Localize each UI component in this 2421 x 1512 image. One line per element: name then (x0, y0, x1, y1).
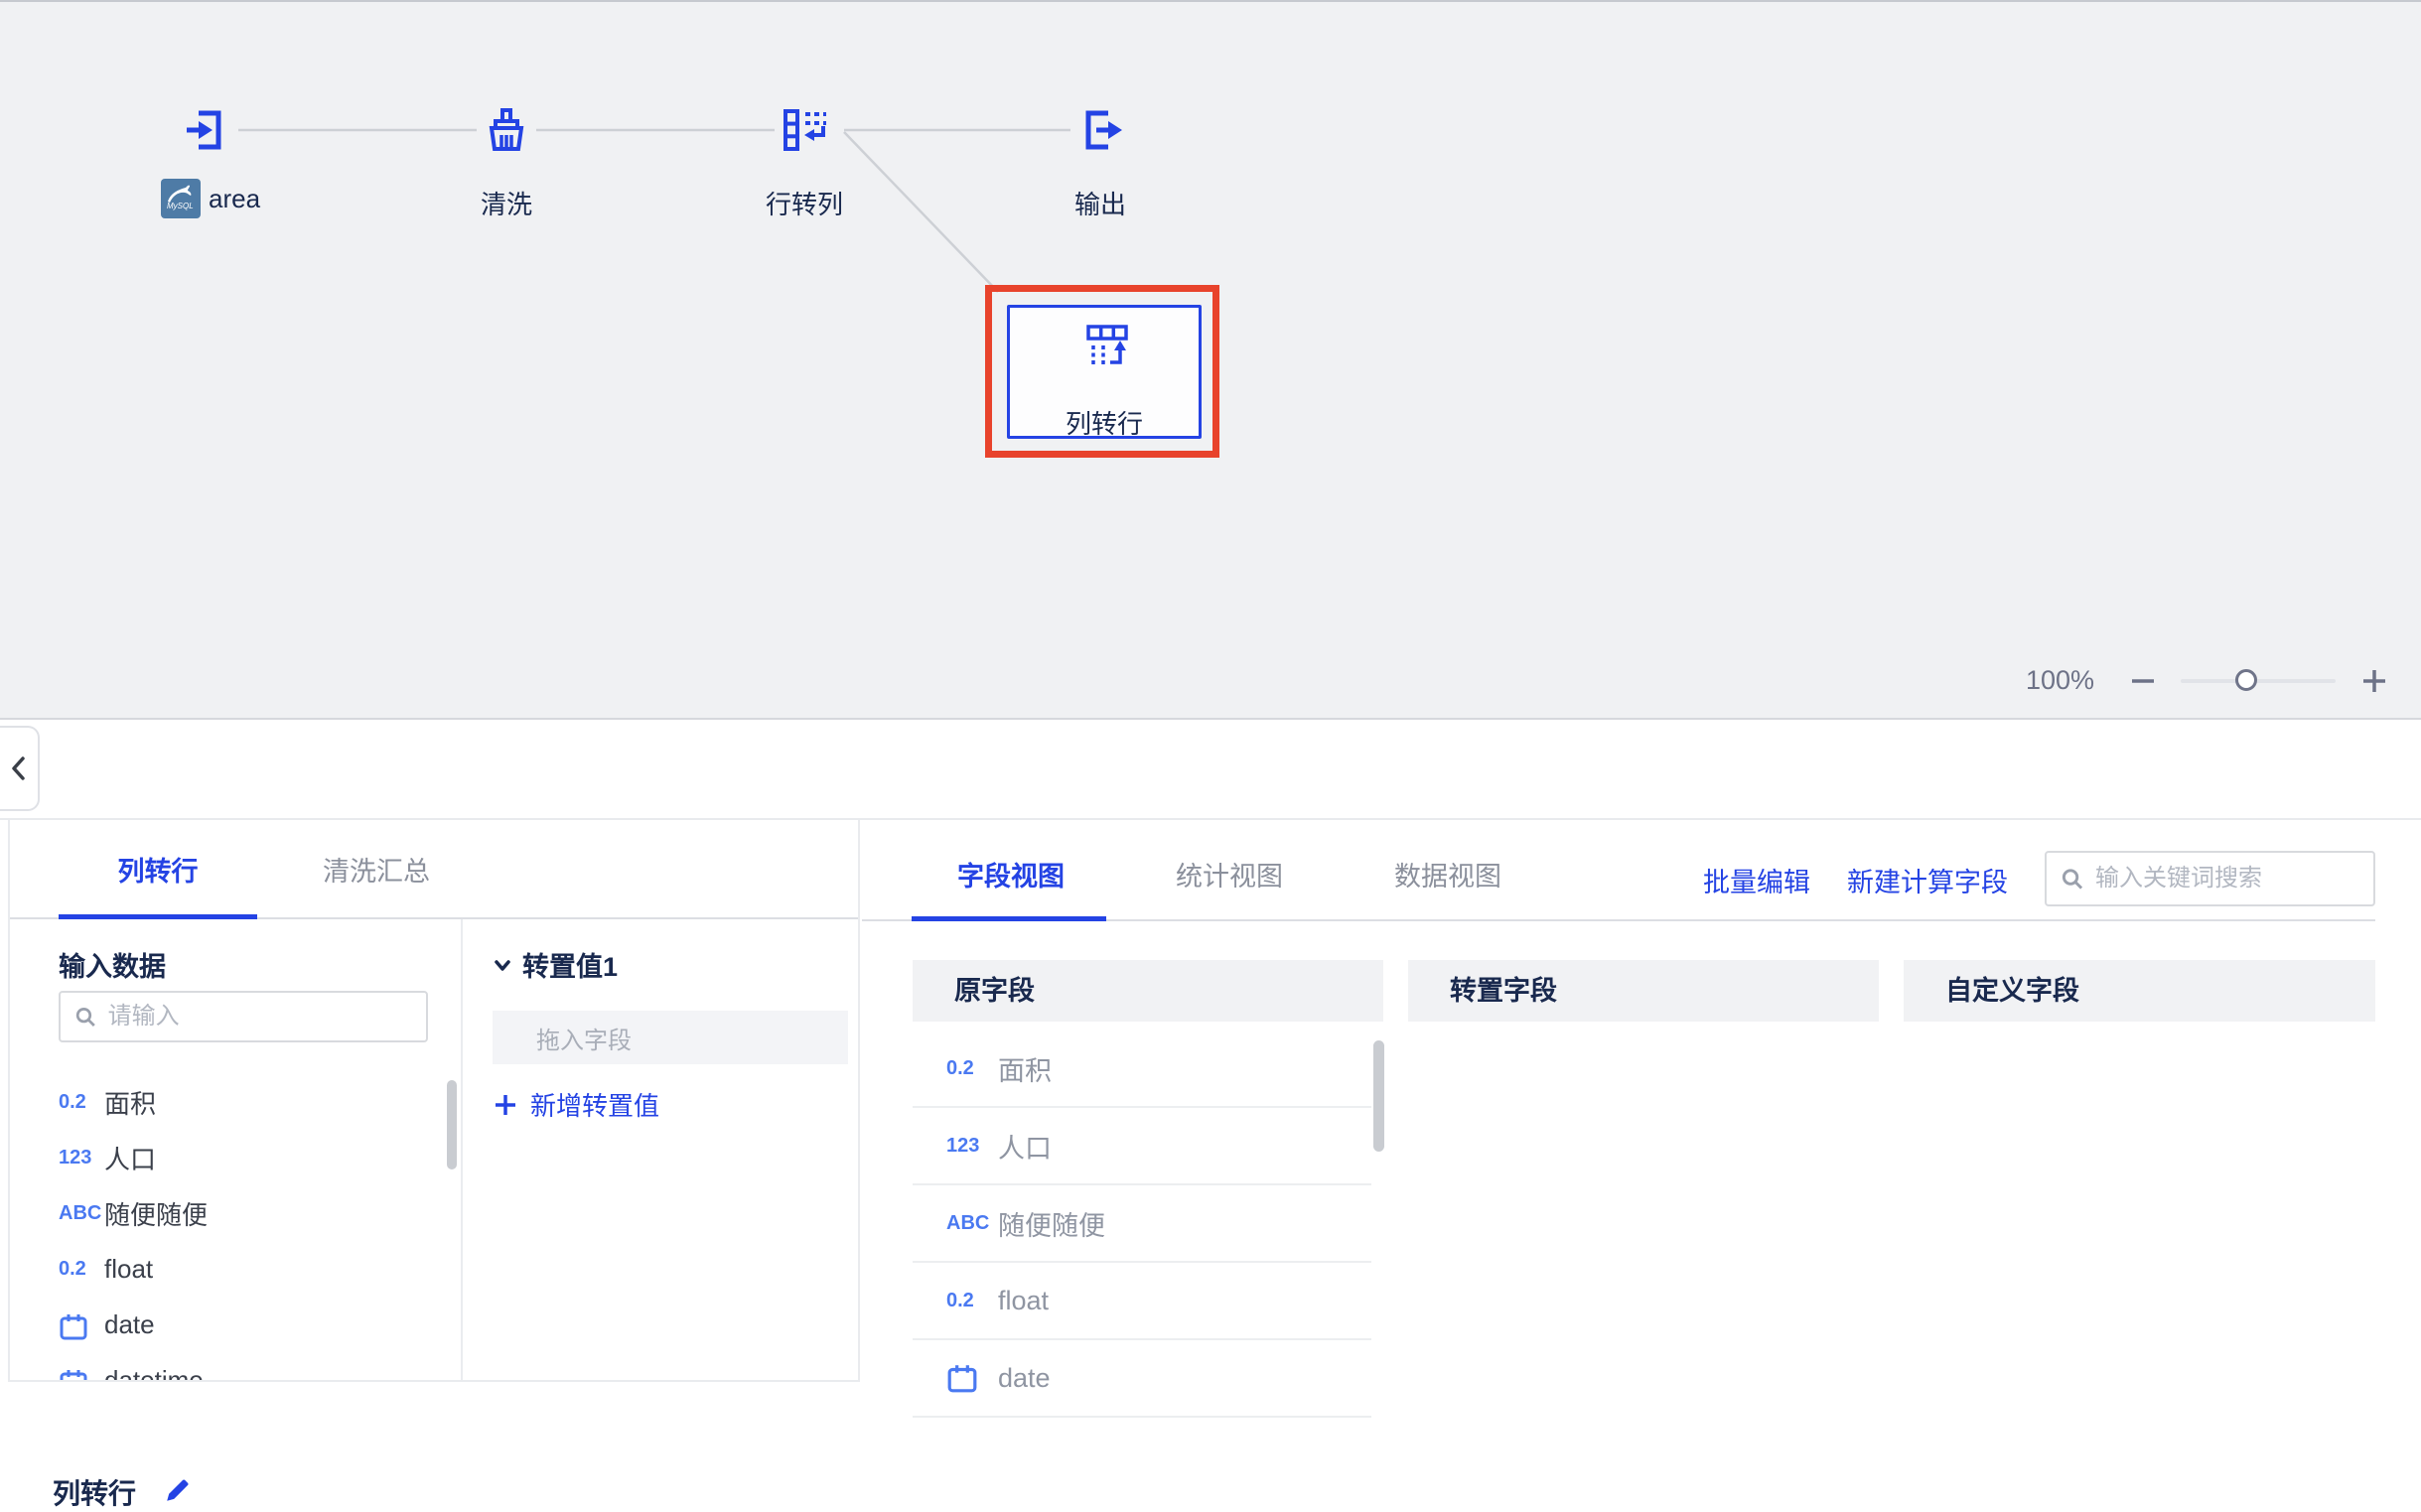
integer-type-badge: 123 (946, 1135, 998, 1158)
vertical-divider (461, 919, 463, 1380)
original-field-row[interactable]: 0.2 面积 (913, 1031, 1371, 1108)
number-type-badge: 0.2 (946, 1057, 998, 1080)
field-name: float (998, 1286, 1049, 1316)
calendar-icon (59, 1307, 104, 1341)
original-field-row[interactable]: date (913, 1340, 1371, 1418)
field-filter-search[interactable] (59, 991, 428, 1042)
tab-clean-summary[interactable]: 清洗汇总 (277, 850, 476, 889)
original-fields-list: 0.2 面积 123 人口 ABC 随便随便 0.2 float date (913, 1031, 1383, 1440)
number-type-badge: 0.2 (59, 1091, 104, 1114)
dropzone-placeholder: 拖入字段 (536, 1021, 632, 1055)
zoom-in-button[interactable] (2360, 667, 2388, 695)
transposed-fields-header: 转置字段 (1408, 960, 1879, 1022)
clean-node-label: 清洗 (437, 185, 576, 221)
column-to-row-node[interactable]: 列转行 (1007, 305, 1202, 439)
add-transpose-value-label: 新增转置值 (530, 1086, 659, 1123)
keyword-search-input[interactable] (2095, 865, 2359, 893)
text-type-badge: ABC (946, 1212, 998, 1235)
field-name: 面积 (104, 1084, 156, 1121)
original-field-row[interactable]: 0.2 float (913, 1263, 1371, 1340)
column-to-row-node-label: 列转行 (1010, 404, 1199, 441)
tab-column-to-row[interactable]: 列转行 (59, 850, 257, 889)
custom-fields-header: 自定义字段 (1904, 960, 2375, 1022)
text-type-badge: ABC (59, 1202, 104, 1225)
field-filter-input[interactable] (108, 1003, 412, 1031)
chevron-down-icon (493, 955, 512, 975)
transpose-group-label: 转置值1 (522, 945, 618, 984)
tab-data-view[interactable]: 数据视图 (1349, 855, 1547, 893)
input-field-item[interactable]: date (59, 1297, 436, 1352)
field-name: date (998, 1363, 1051, 1394)
input-field-item[interactable]: ABC 随便随便 (59, 1185, 436, 1241)
add-transpose-value-button[interactable]: 新增转置值 (493, 1086, 659, 1123)
search-icon (74, 1005, 96, 1029)
input-node-label: area (209, 184, 260, 214)
calendar-clock-icon (59, 1363, 104, 1382)
zoom-slider-track[interactable] (2181, 679, 2336, 683)
collapse-panel-button[interactable] (0, 726, 40, 811)
field-list-scrollbar[interactable] (447, 1080, 457, 1169)
panel-title: 列转行 (53, 1472, 136, 1512)
original-fields-scrollbar[interactable] (1373, 1040, 1384, 1152)
field-name: datetime (104, 1365, 204, 1383)
number-type-badge: 0.2 (946, 1290, 998, 1312)
transpose-group-header[interactable]: 转置值1 (493, 945, 618, 984)
column-to-row-node-icon (1084, 322, 1130, 367)
input-node-label-group[interactable]: MySQL area (161, 179, 260, 218)
config-panel-header: 列转行 (0, 718, 2421, 820)
output-node-label: 输出 (1031, 185, 1170, 221)
new-calculated-field-link[interactable]: 新建计算字段 (1847, 861, 2008, 899)
input-data-heading: 输入数据 (59, 945, 166, 984)
field-name: 随便随便 (998, 1204, 1105, 1243)
original-fields-header: 原字段 (913, 960, 1383, 1022)
keyword-search-box[interactable] (2045, 851, 2375, 906)
row-to-column-node-label: 行转列 (735, 185, 874, 221)
active-view-tab-underline (912, 916, 1106, 921)
integer-type-badge: 123 (59, 1147, 104, 1169)
flow-canvas[interactable]: MySQL area 清洗 行转列 (0, 0, 2421, 718)
tab-field-view[interactable]: 字段视图 (912, 855, 1110, 893)
left-tab-row: 列转行 清洗汇总 (10, 820, 858, 919)
input-field-item[interactable]: 0.2 float (59, 1241, 436, 1297)
mysql-icon: MySQL (161, 179, 201, 218)
number-type-badge: 0.2 (59, 1258, 104, 1281)
zoom-out-button[interactable] (2129, 667, 2157, 695)
chevron-left-icon (10, 755, 28, 782)
field-name: 随便随便 (104, 1195, 208, 1232)
plus-icon (493, 1092, 518, 1118)
input-field-item[interactable]: datetime (59, 1352, 436, 1382)
zoom-level: 100% (2026, 665, 2105, 696)
transpose-config-card: 列转行 清洗汇总 输入数据 0.2 面积 123 人口 ABC 随便随便 0.2… (8, 820, 860, 1382)
input-node-icon[interactable] (184, 105, 233, 155)
tab-statistics-view[interactable]: 统计视图 (1130, 855, 1329, 893)
calendar-icon (946, 1362, 998, 1394)
input-field-item[interactable]: 123 人口 (59, 1130, 436, 1185)
search-icon (2061, 866, 2083, 892)
input-field-item[interactable]: 0.2 面积 (59, 1074, 436, 1130)
drag-field-dropzone[interactable]: 拖入字段 (493, 1011, 848, 1064)
edit-title-icon[interactable] (164, 1476, 192, 1504)
clean-node-icon[interactable] (482, 105, 531, 155)
batch-edit-link[interactable]: 批量编辑 (1703, 861, 1810, 899)
field-name: float (104, 1254, 153, 1285)
active-tab-underline (59, 914, 257, 919)
svg-text:MySQL: MySQL (167, 202, 194, 210)
output-node-icon[interactable] (1075, 105, 1125, 155)
original-field-row[interactable]: 123 人口 (913, 1108, 1371, 1185)
zoom-slider-knob[interactable] (2235, 669, 2257, 691)
original-field-row[interactable]: ABC 随便随便 (913, 1185, 1371, 1263)
field-name: 面积 (998, 1049, 1052, 1088)
field-name: date (104, 1309, 155, 1340)
field-name: 人口 (998, 1127, 1052, 1166)
field-name: 人口 (104, 1140, 156, 1176)
row-to-column-node-icon[interactable] (780, 105, 829, 155)
